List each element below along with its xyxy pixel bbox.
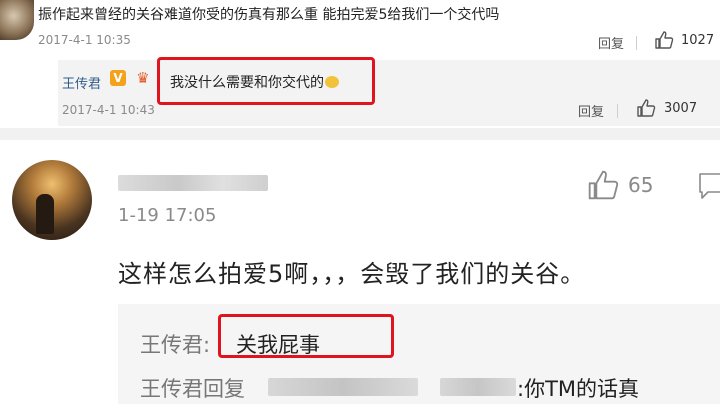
verified-badge: V (110, 70, 126, 86)
blurred-username (118, 175, 268, 191)
thumbs-up-icon[interactable] (654, 31, 674, 49)
comment-text: 这样怎么拍爱5啊，，，会毁了我们的关谷。 (118, 260, 586, 288)
like-count: 1027 (681, 33, 715, 48)
reply-button[interactable]: 回复 (598, 33, 624, 52)
comment-timestamp: 2017-4-1 10:35 (38, 33, 131, 47)
avatar[interactable] (12, 160, 92, 240)
red-highlight-box (157, 57, 375, 105)
sub-reply-author-link[interactable]: 王传君: (140, 329, 210, 359)
divider (617, 104, 618, 118)
reply-button[interactable]: 回复 (578, 101, 604, 120)
thumbs-up-icon[interactable] (586, 170, 620, 204)
blurred-username (440, 378, 516, 396)
screenshot-divider (0, 128, 720, 140)
thumbs-up-icon[interactable] (636, 99, 656, 117)
reply-author-link[interactable]: 王传君 (62, 73, 101, 92)
red-highlight-box (218, 314, 394, 358)
like-count: 65 (628, 173, 654, 197)
sub-reply-author-link[interactable]: 王传君回复 (140, 373, 245, 403)
sub-reply-text: :你TM的话真 (517, 377, 640, 401)
divider (636, 36, 637, 50)
member-crown-icon: ♛ (136, 69, 150, 87)
reply-timestamp: 2017-4-1 10:43 (62, 103, 155, 117)
weibo-comment-top: 振作起来曾经的关谷难道你受的伤真有那么重 能拍完爱5给我们一个交代吗 2017-… (0, 0, 720, 128)
blurred-username (268, 378, 418, 396)
comment-text: 振作起来曾经的关谷难道你受的伤真有那么重 能拍完爱5给我们一个交代吗 (38, 7, 500, 23)
comment-timestamp: 1-19 17:05 (118, 205, 217, 226)
avatar[interactable] (0, 0, 34, 40)
comment-icon[interactable] (698, 170, 720, 204)
like-count: 3007 (664, 101, 698, 116)
